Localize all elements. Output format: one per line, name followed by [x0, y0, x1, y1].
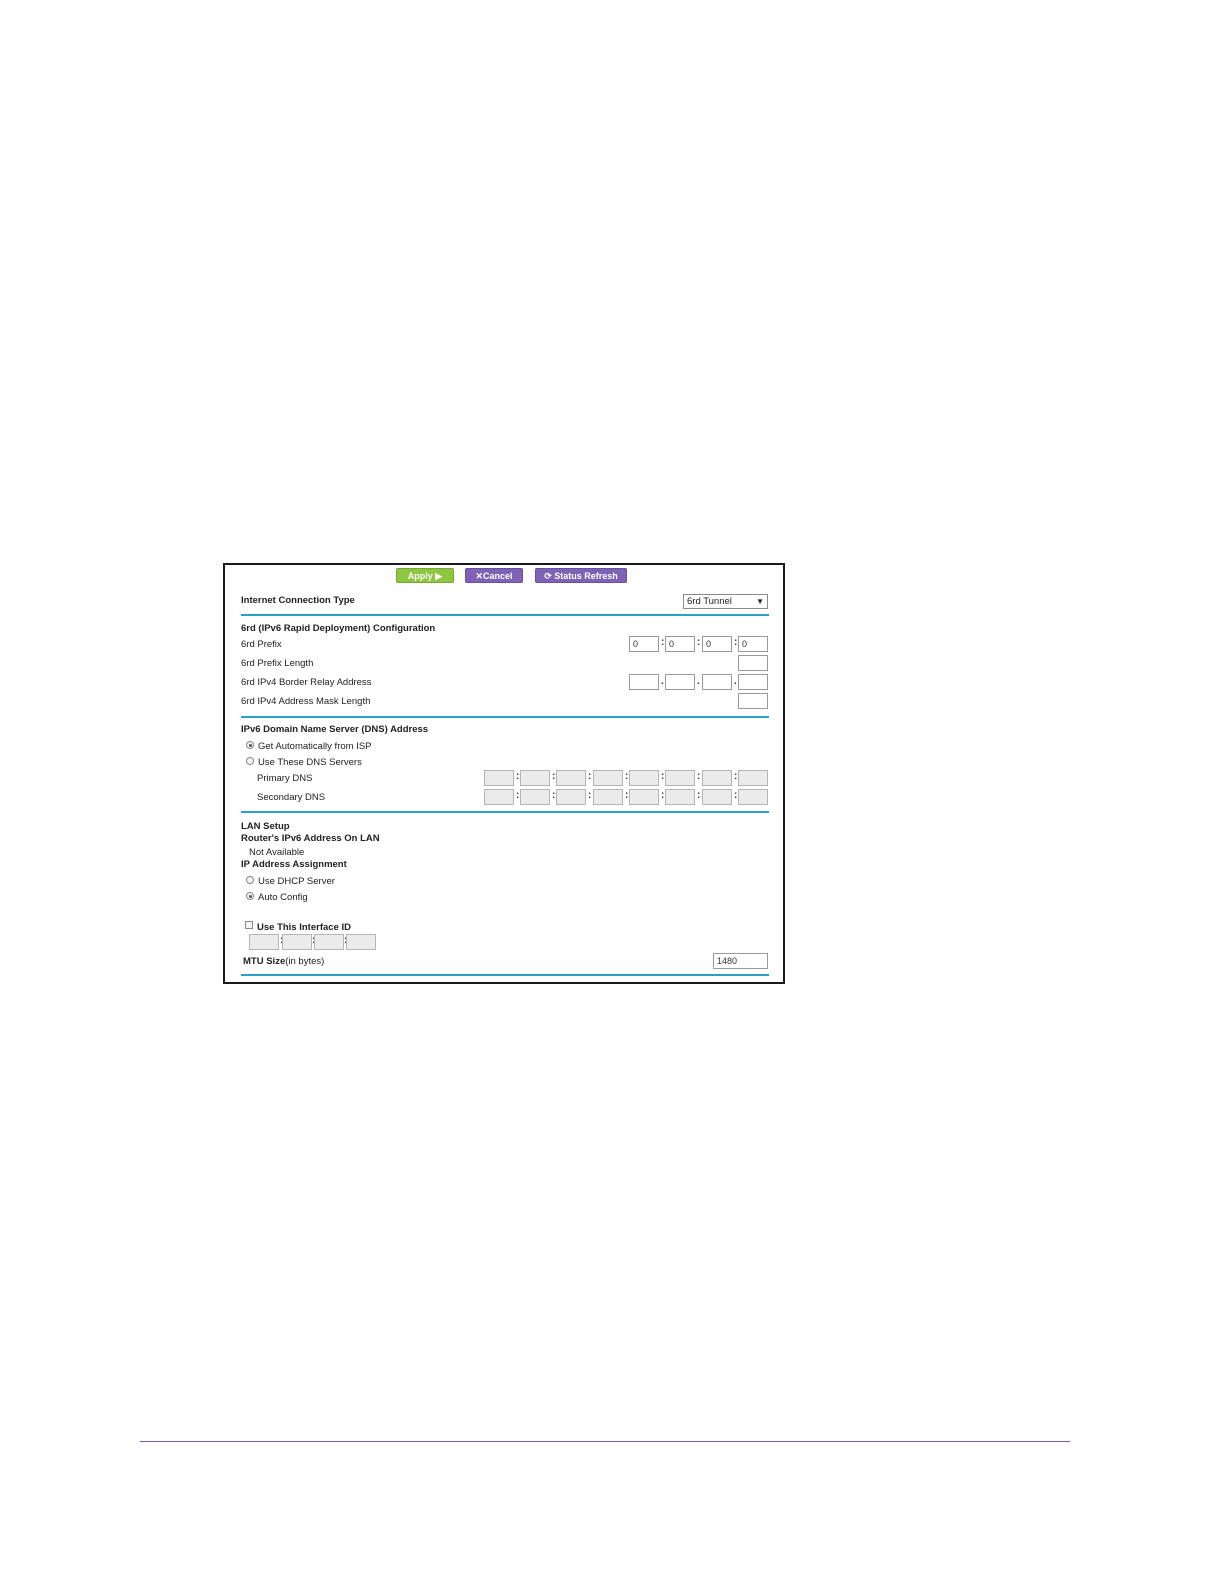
apply-button[interactable]: Apply ▶ [396, 568, 454, 583]
colon-separator: : [516, 790, 520, 801]
router-address-label: Router's IPv6 Address On LAN [241, 833, 380, 844]
colon-separator: : [661, 771, 665, 782]
primary-dns-field[interactable] [520, 770, 550, 786]
ip-assignment-label: IP Address Assignment [241, 859, 347, 870]
cancel-button[interactable]: ✕Cancel [465, 568, 523, 583]
colon-separator: : [625, 790, 629, 801]
interface-id-label: Use This Interface ID [257, 922, 351, 933]
colon-separator: : [552, 771, 556, 782]
primary-dns-field[interactable] [593, 770, 623, 786]
connection-type-label: Internet Connection Type [241, 595, 355, 606]
sixrd-prefix-label: 6rd Prefix [241, 639, 282, 650]
primary-dns-field[interactable] [629, 770, 659, 786]
sixrd-mask-label: 6rd IPv4 Address Mask Length [241, 696, 371, 707]
secondary-dns-field[interactable] [702, 789, 732, 805]
interface-id-field[interactable] [314, 934, 344, 950]
primary-dns-field[interactable] [702, 770, 732, 786]
secondary-dns-label: Secondary DNS [257, 792, 326, 803]
sixrd-prefix-field-3[interactable]: 0 [702, 636, 732, 652]
router-address-value: Not Available [249, 847, 305, 858]
router-settings-panel: Apply ▶ ✕Cancel ⟳ Status Refresh Interne… [223, 563, 785, 984]
colon-separator: : [661, 637, 665, 648]
divider [241, 614, 769, 616]
colon-separator: : [734, 637, 738, 648]
sixrd-relay-field-1[interactable] [629, 674, 659, 690]
interface-id-field[interactable] [249, 934, 279, 950]
colon-separator: : [734, 790, 738, 801]
secondary-dns-field[interactable] [556, 789, 586, 805]
secondary-dns-field[interactable] [520, 789, 550, 805]
sixrd-relay-field-4[interactable] [738, 674, 768, 690]
dns-heading: IPv6 Domain Name Server (DNS) Address [241, 724, 429, 735]
sixrd-prefix-field-1[interactable]: 0 [629, 636, 659, 652]
primary-dns-field[interactable] [484, 770, 514, 786]
colon-separator: : [588, 771, 592, 782]
interface-id-field[interactable] [282, 934, 312, 950]
dns-auto-radio[interactable] [246, 741, 254, 749]
sixrd-relay-field-2[interactable] [665, 674, 695, 690]
chevron-down-icon: ▼ [756, 597, 764, 606]
secondary-dns-field[interactable] [593, 789, 623, 805]
colon-separator: : [588, 790, 592, 801]
status-refresh-button[interactable]: ⟳ Status Refresh [535, 568, 627, 583]
connection-type-select[interactable]: 6rd Tunnel ▼ [683, 594, 768, 609]
colon-separator: : [661, 790, 665, 801]
sixrd-relay-label: 6rd IPv4 Border Relay Address [241, 677, 372, 688]
dns-manual-label: Use These DNS Servers [258, 757, 362, 768]
primary-dns-field[interactable] [556, 770, 586, 786]
primary-dns-label: Primary DNS [257, 773, 313, 784]
colon-separator: : [552, 790, 556, 801]
dot-separator: . [697, 676, 700, 687]
colon-separator: : [625, 771, 629, 782]
mtu-title: MTU Size [243, 956, 286, 967]
secondary-dns-field[interactable] [629, 789, 659, 805]
sixrd-mask-field[interactable] [738, 693, 768, 709]
sixrd-prefix-field-2[interactable]: 0 [665, 636, 695, 652]
dot-separator: . [734, 676, 737, 687]
secondary-dns-field[interactable] [665, 789, 695, 805]
sixrd-heading: 6rd (IPv6 Rapid Deployment) Configuratio… [241, 623, 436, 634]
mtu-size-field[interactable]: 1480 [713, 953, 768, 969]
mtu-label: MTU Size(in bytes) [243, 956, 324, 967]
auto-config-radio[interactable] [246, 892, 254, 900]
auto-config-label: Auto Config [258, 892, 308, 903]
primary-dns-field[interactable] [738, 770, 768, 786]
secondary-dns-field[interactable] [484, 789, 514, 805]
colon-separator: : [516, 771, 520, 782]
divider [241, 974, 769, 976]
lan-heading: LAN Setup [241, 821, 290, 832]
colon-separator: : [697, 790, 701, 801]
dns-manual-radio[interactable] [246, 757, 254, 765]
interface-id-checkbox[interactable] [245, 921, 253, 929]
divider [241, 716, 769, 718]
colon-separator: : [697, 771, 701, 782]
connection-type-value: 6rd Tunnel [687, 596, 732, 607]
secondary-dns-field[interactable] [738, 789, 768, 805]
sixrd-prefix-length-label: 6rd Prefix Length [241, 658, 314, 669]
sixrd-prefix-length-field[interactable] [738, 655, 768, 671]
divider [241, 811, 769, 813]
dot-separator: . [661, 676, 664, 687]
interface-id-field[interactable] [346, 934, 376, 950]
colon-separator: : [697, 637, 701, 648]
colon-separator: : [734, 771, 738, 782]
dns-auto-label: Get Automatically from ISP [258, 741, 372, 752]
dhcp-radio[interactable] [246, 876, 254, 884]
sixrd-relay-field-3[interactable] [702, 674, 732, 690]
dhcp-label: Use DHCP Server [258, 876, 335, 887]
primary-dns-field[interactable] [665, 770, 695, 786]
page-footer-rule [140, 1441, 1070, 1442]
sixrd-prefix-field-4[interactable]: 0 [738, 636, 768, 652]
mtu-unit: (in bytes) [285, 956, 325, 967]
